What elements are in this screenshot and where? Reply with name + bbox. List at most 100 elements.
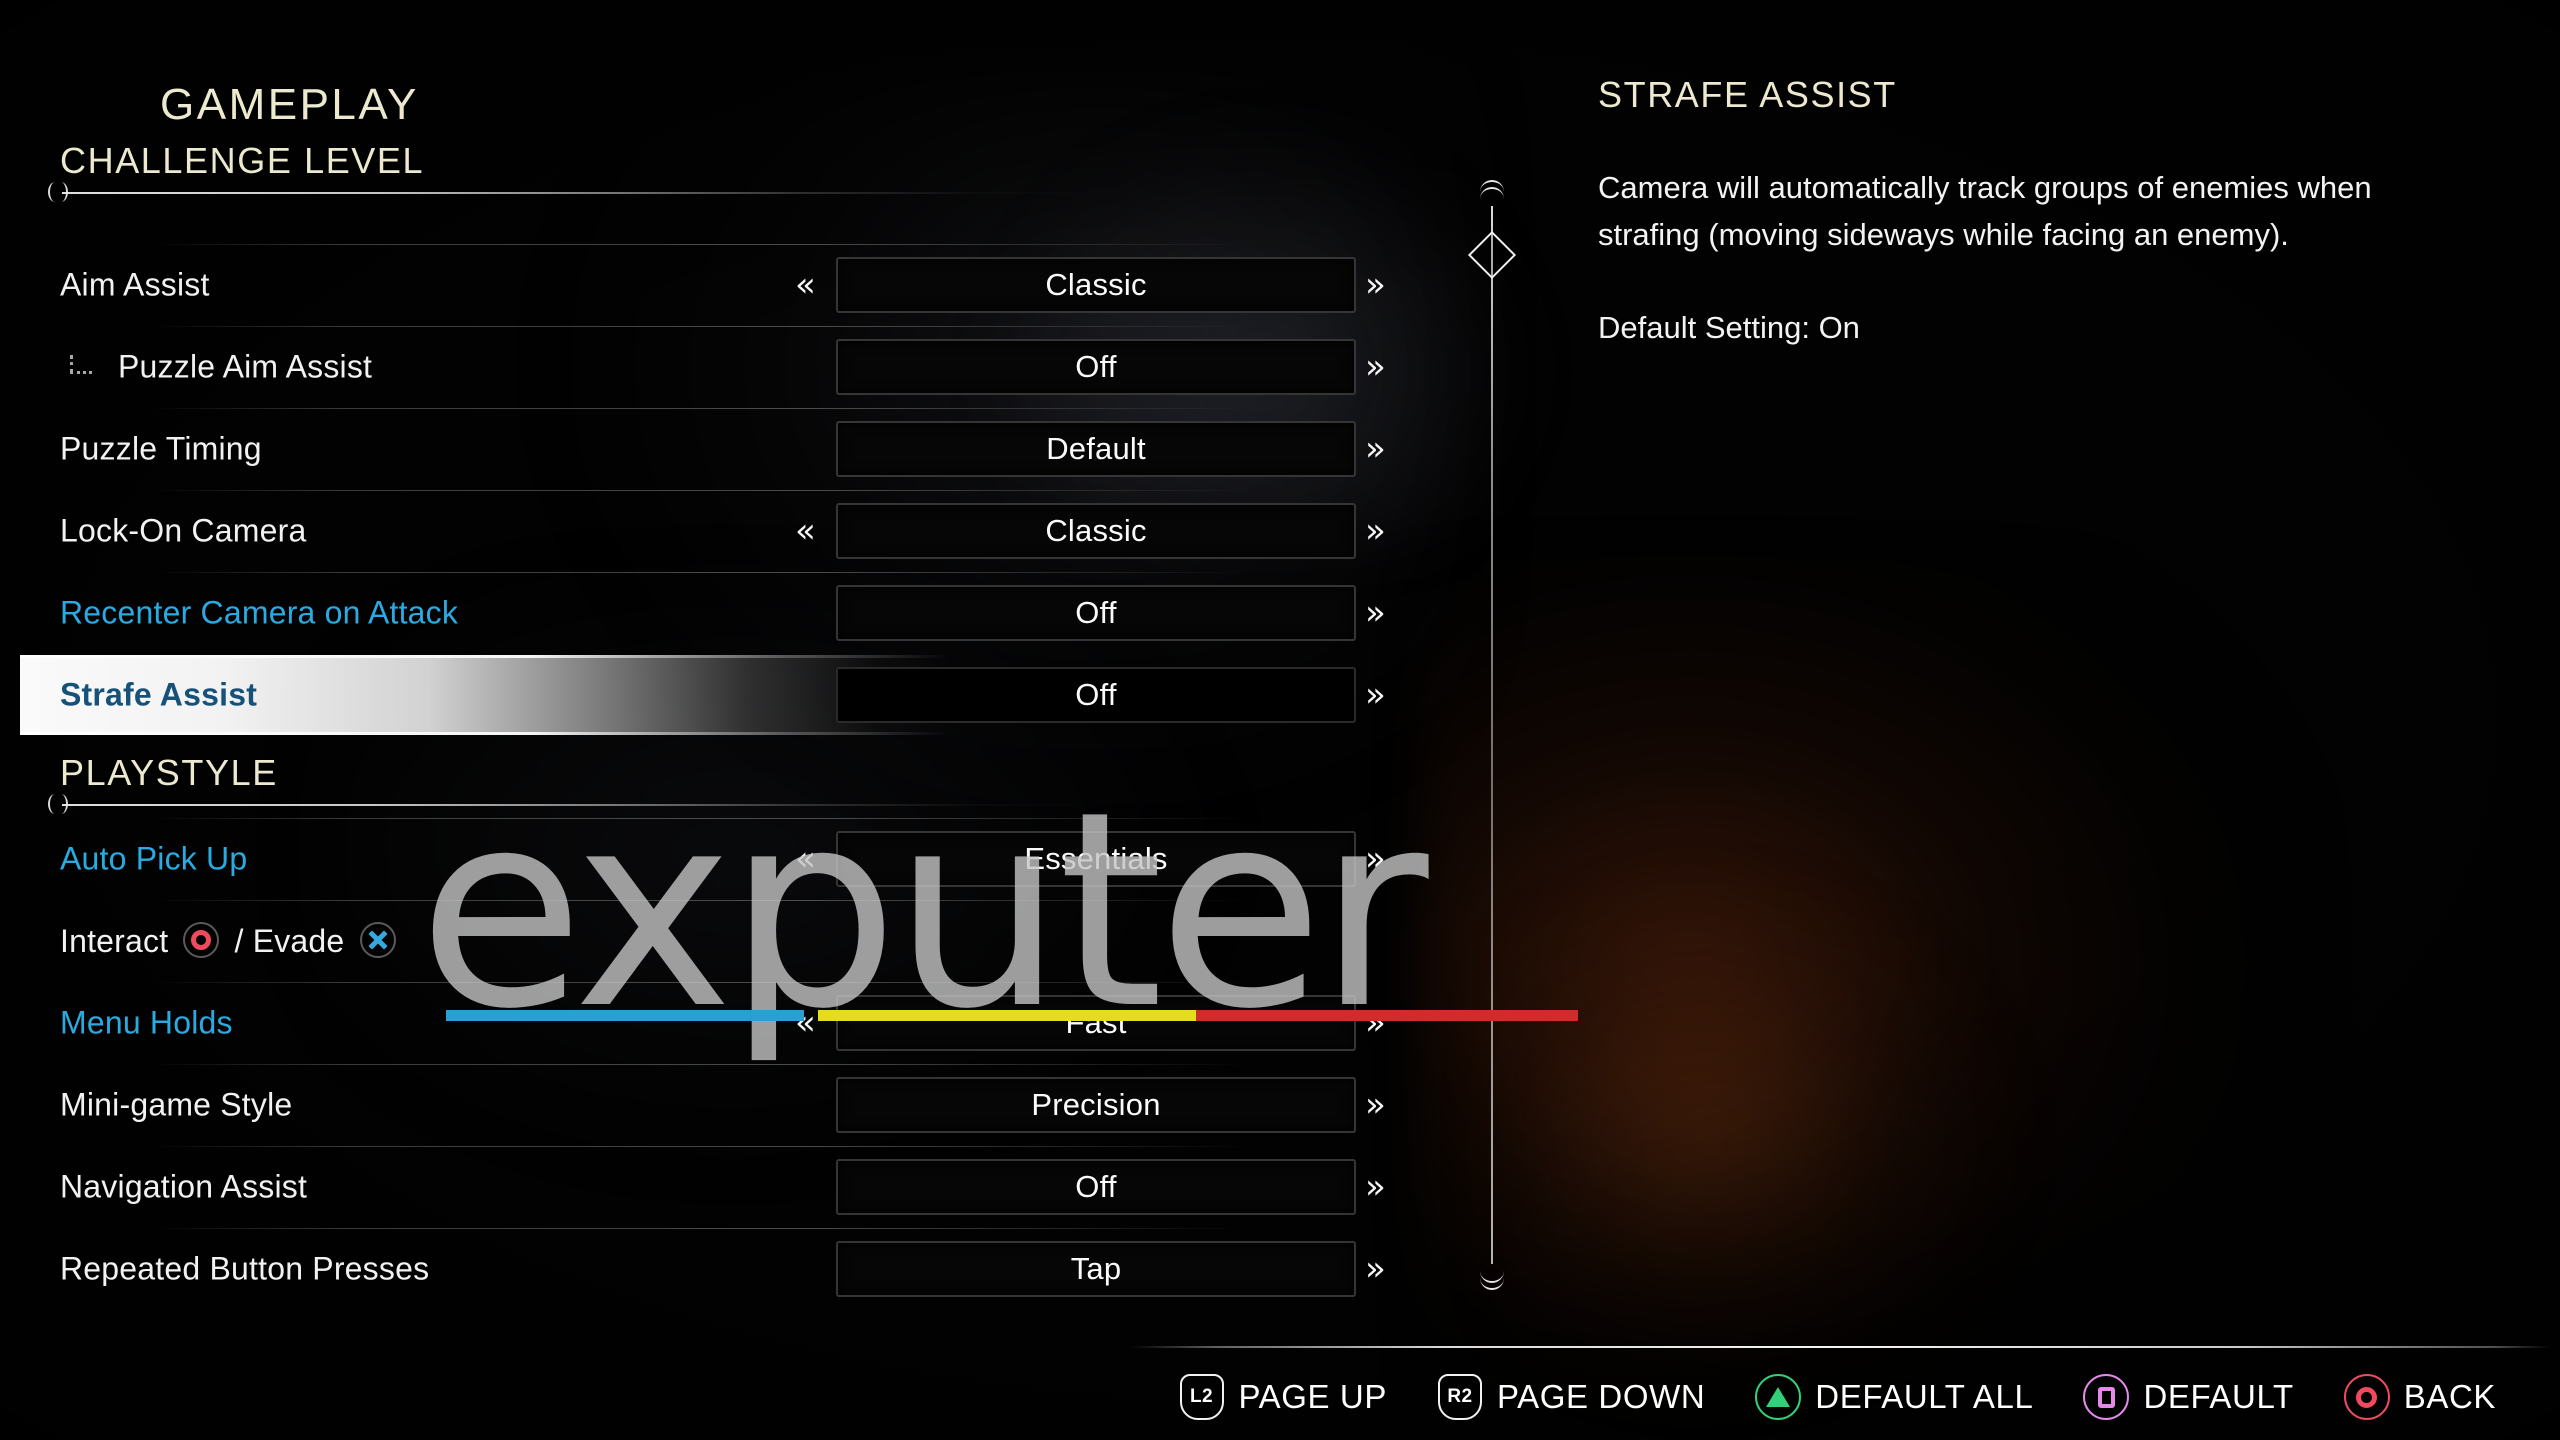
setting-value: Tap [1070, 1251, 1122, 1286]
prompt-back[interactable]: BACK [2343, 1374, 2496, 1420]
prompt-label: BACK [2403, 1378, 2496, 1415]
section-divider [36, 794, 1400, 814]
section-divider [36, 182, 1400, 202]
setting-row-repeated-button-presses[interactable]: Repeated Button Presses Tap » [0, 1228, 1400, 1310]
setting-label: Lock-On Camera [60, 512, 307, 549]
prompt-page-up[interactable]: L2 PAGE UP [1179, 1374, 1387, 1420]
next-value-arrow-icon[interactable]: » [1365, 1006, 1386, 1040]
setting-value-box[interactable]: Off [836, 339, 1356, 395]
setting-value-box[interactable]: Default [836, 421, 1356, 477]
l2-trigger-label: L2 [1190, 1386, 1213, 1407]
setting-label: Navigation Assist [60, 1168, 308, 1205]
next-value-arrow-icon[interactable]: » [1365, 1252, 1386, 1286]
page-title: GAMEPLAY [160, 80, 419, 129]
setting-label: Strafe Assist [60, 676, 258, 713]
cross-button-icon [359, 922, 396, 958]
setting-row-recenter-camera-on-attack[interactable]: Recenter Camera on Attack Off » [0, 572, 1400, 654]
prompt-label: PAGE UP [1238, 1378, 1387, 1415]
setting-value-box[interactable]: Classic [836, 503, 1356, 559]
r2-trigger-label: R2 [1447, 1386, 1473, 1407]
prev-value-arrow-icon[interactable]: « [795, 268, 816, 302]
next-value-arrow-icon[interactable]: » [1365, 678, 1386, 712]
square-button-icon [2083, 1374, 2130, 1420]
setting-label: Menu Holds [60, 1004, 233, 1041]
info-panel-description: Camera will automatically track groups o… [1598, 170, 2372, 253]
vertical-scrollbar[interactable] [1467, 180, 1517, 1290]
setting-value-box[interactable]: Precision [836, 1077, 1356, 1133]
triangle-button-icon [1755, 1374, 1802, 1420]
setting-label: Repeated Button Presses [60, 1250, 430, 1287]
setting-value: Off [1075, 1169, 1117, 1204]
scrollbar-thumb[interactable] [1467, 230, 1517, 280]
next-value-arrow-icon[interactable]: » [1365, 514, 1386, 548]
setting-value-box[interactable]: Fast [836, 995, 1356, 1051]
next-value-arrow-icon[interactable]: » [1365, 1088, 1386, 1122]
next-value-arrow-icon[interactable]: » [1365, 1170, 1386, 1204]
setting-label: Puzzle Aim Assist [118, 348, 373, 385]
prompt-page-down[interactable]: R2 PAGE DOWN [1437, 1374, 1705, 1420]
l2-trigger-icon: L2 [1179, 1374, 1225, 1420]
prev-value-arrow-icon[interactable]: « [795, 1006, 816, 1040]
scrollbar-track[interactable] [1491, 206, 1493, 1264]
setting-row-puzzle-timing[interactable]: Puzzle Timing Default » [0, 408, 1400, 490]
setting-label: Interact / Evade [60, 922, 402, 960]
setting-row-strafe-assist[interactable]: Strafe Assist Off » [0, 654, 1400, 736]
setting-label: Puzzle Timing [60, 430, 262, 467]
setting-label-part-interact: Interact [60, 923, 178, 959]
setting-value-box[interactable]: Tap [836, 1241, 1356, 1297]
button-prompt-bar: L2 PAGE UP R2 PAGE DOWN DEFAULT ALL DEFA… [0, 1330, 2560, 1440]
info-panel: STRAFE ASSIST Camera will automatically … [1598, 74, 2458, 346]
sub-item-tree-icon [68, 355, 98, 379]
setting-label-part-evade: / Evade [225, 923, 354, 959]
game-settings-screen: GAMEPLAY CHALLENGE LEVEL Aim Assist « Cl… [0, 0, 2560, 1440]
info-panel-title: STRAFE ASSIST [1598, 74, 1897, 115]
setting-row-mini-game-style[interactable]: Mini-game Style Precision » [0, 1064, 1400, 1146]
setting-value-box[interactable]: Off [836, 1159, 1356, 1215]
section-playstyle: PLAYSTYLE [48, 752, 1400, 814]
next-value-arrow-icon[interactable]: » [1365, 842, 1386, 876]
setting-label: Mini-game Style [60, 1086, 293, 1123]
section-title-playstyle: PLAYSTYLE [60, 752, 278, 793]
next-value-arrow-icon[interactable]: » [1365, 432, 1386, 466]
setting-value: Essentials [1024, 841, 1168, 876]
setting-row-aim-assist[interactable]: Aim Assist « Classic » [0, 244, 1400, 326]
info-panel-default-setting: Default Setting: On [1598, 310, 1860, 346]
scroll-up-arrow-icon[interactable] [1480, 180, 1504, 202]
setting-value-box[interactable]: Off [836, 585, 1356, 641]
scroll-down-arrow-icon[interactable] [1480, 1268, 1504, 1290]
setting-row-lock-on-camera[interactable]: Lock-On Camera « Classic » [0, 490, 1400, 572]
setting-row-navigation-assist[interactable]: Navigation Assist Off » [0, 1146, 1400, 1228]
prev-value-arrow-icon[interactable]: « [795, 514, 816, 548]
setting-value-box[interactable]: Classic [836, 257, 1356, 313]
setting-label: Recenter Camera on Attack [60, 594, 459, 631]
setting-value: Classic [1045, 513, 1147, 548]
setting-value: Precision [1031, 1087, 1161, 1122]
prompt-default[interactable]: DEFAULT [2083, 1374, 2293, 1420]
setting-label: Aim Assist [60, 266, 210, 303]
setting-value: Fast [1065, 1005, 1127, 1040]
setting-value-box[interactable]: Off [836, 667, 1356, 723]
settings-list-pane: GAMEPLAY CHALLENGE LEVEL Aim Assist « Cl… [0, 0, 1400, 1320]
prompt-label: PAGE DOWN [1496, 1378, 1706, 1415]
setting-row-puzzle-aim-assist[interactable]: Puzzle Aim Assist Off » [0, 326, 1400, 408]
prev-value-arrow-icon[interactable]: « [795, 842, 816, 876]
r2-trigger-icon: R2 [1437, 1374, 1483, 1420]
circle-button-icon [183, 922, 220, 958]
section-title-challenge-level: CHALLENGE LEVEL [60, 140, 425, 181]
next-value-arrow-icon[interactable]: » [1365, 596, 1386, 630]
setting-row-auto-pick-up[interactable]: Auto Pick Up « Essentials » [0, 818, 1400, 900]
next-value-arrow-icon[interactable]: » [1365, 268, 1386, 302]
setting-row-menu-holds[interactable]: Menu Holds « Fast » [0, 982, 1400, 1064]
setting-row-interact-evade[interactable]: Interact / Evade [0, 900, 1400, 982]
setting-value: Off [1075, 595, 1117, 630]
setting-value: Classic [1045, 267, 1147, 302]
next-value-arrow-icon[interactable]: » [1365, 350, 1386, 384]
circle-button-icon [2343, 1374, 2390, 1420]
setting-value-box[interactable]: Essentials [836, 831, 1356, 887]
prompt-label: DEFAULT ALL [1815, 1378, 2034, 1415]
prompt-bar-divider [1130, 1346, 2550, 1348]
setting-value: Default [1046, 431, 1146, 466]
prompt-label: DEFAULT [2143, 1378, 2294, 1415]
prompt-default-all[interactable]: DEFAULT ALL [1755, 1374, 2033, 1420]
setting-value: Off [1075, 349, 1117, 384]
